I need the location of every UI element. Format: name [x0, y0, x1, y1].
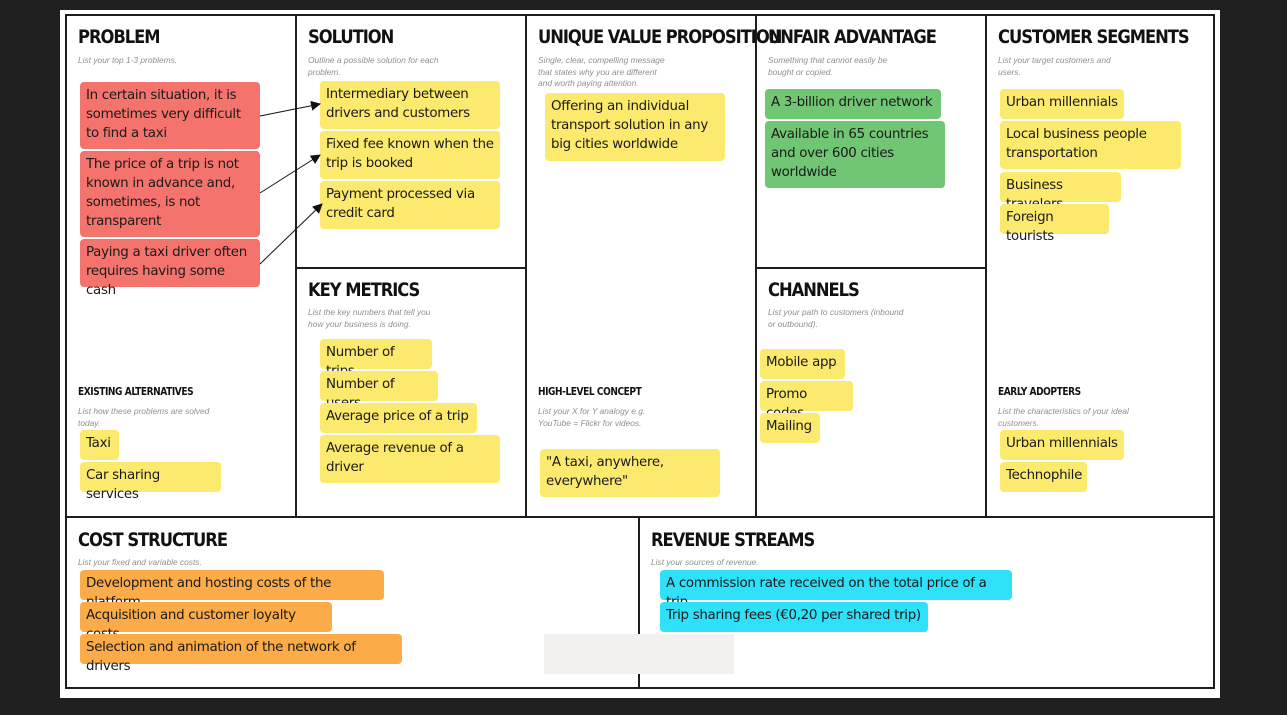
- divider: [525, 15, 527, 517]
- sticky-note[interactable]: Average revenue of a driver: [320, 435, 500, 483]
- sticky-note[interactable]: Taxi: [80, 430, 119, 460]
- sticky-note[interactable]: Foreign tourists: [1000, 204, 1109, 244]
- sticky-note[interactable]: Acquisition and customer loyalty costs: [80, 602, 332, 642]
- divider: [755, 15, 757, 517]
- section-title: REVENUE STREAMS: [651, 529, 815, 551]
- sticky-note[interactable]: Selection and animation of the network o…: [80, 634, 402, 674]
- sticky-note[interactable]: Promo codes: [760, 381, 853, 421]
- sticky-note[interactable]: "A taxi, anywhere, everywhere": [540, 449, 720, 497]
- sticky-note[interactable]: Number of users: [320, 371, 438, 411]
- sticky-note[interactable]: In certain situation, it is sometimes ve…: [80, 82, 260, 149]
- sticky-note[interactable]: The price of a trip is not known in adva…: [80, 151, 260, 237]
- sticky-note[interactable]: Local business people transportation: [1000, 121, 1181, 169]
- divider: [295, 267, 527, 269]
- section-hint: List your target customers and users.: [998, 55, 1111, 77]
- sticky-note[interactable]: Average price of a trip: [320, 403, 477, 433]
- sticky-note[interactable]: Fixed fee known when the trip is booked: [320, 131, 500, 179]
- sticky-note[interactable]: Paying a taxi driver often requires havi…: [80, 239, 260, 298]
- sticky-note[interactable]: Urban millennials: [1000, 430, 1124, 460]
- sticky-note[interactable]: Mailing: [760, 413, 820, 443]
- section-title: CUSTOMER SEGMENTS: [998, 26, 1190, 48]
- section-hint: List your fixed and variable costs.: [78, 557, 202, 567]
- sticky-note[interactable]: Business travelers: [1000, 172, 1121, 212]
- section-title: SOLUTION: [308, 26, 394, 48]
- section-hint: Single, clear, compelling message that s…: [538, 55, 665, 88]
- sticky-note[interactable]: Payment processed via credit card: [320, 181, 500, 229]
- section-hint: Outline a possible solution for each pro…: [308, 55, 439, 77]
- divider: [755, 267, 987, 269]
- section-hint: List your top 1-3 problems.: [78, 55, 178, 65]
- divider: [66, 516, 1214, 518]
- divider: [295, 15, 297, 517]
- section-title: EXISTING ALTERNATIVES: [78, 386, 194, 398]
- sticky-note[interactable]: Available in 65 countries and over 600 c…: [765, 121, 945, 188]
- section-hint: List how these problems are solved today…: [78, 406, 210, 428]
- sticky-note[interactable]: Offering an individual transport solutio…: [545, 93, 725, 161]
- sticky-note[interactable]: Car sharing services: [80, 462, 221, 502]
- section-title: KEY METRICS: [308, 279, 420, 301]
- section-title: CHANNELS: [768, 279, 860, 301]
- sticky-note[interactable]: Trip sharing fees (€0,20 per shared trip…: [660, 602, 928, 632]
- sticky-note[interactable]: Intermediary between drivers and custome…: [320, 81, 500, 129]
- divider: [985, 15, 987, 517]
- section-title: UNFAIR ADVANTAGE: [768, 26, 937, 48]
- sticky-note[interactable]: A commission rate received on the total …: [660, 570, 1012, 610]
- section-title: PROBLEM: [78, 26, 161, 48]
- section-title: COST STRUCTURE: [78, 529, 228, 551]
- sticky-note[interactable]: A 3-billion driver network: [765, 89, 941, 119]
- section-title: UNIQUE VALUE PROPOSITION: [538, 26, 782, 48]
- sticky-note[interactable]: Number of trips: [320, 339, 432, 379]
- sticky-note[interactable]: Development and hosting costs of the pla…: [80, 570, 384, 610]
- section-hint: Something that cannot easily be bought o…: [768, 55, 888, 77]
- sticky-note[interactable]: Mobile app: [760, 349, 845, 379]
- section-title: EARLY ADOPTERS: [998, 386, 1081, 398]
- section-hint: List the characteristics of your ideal c…: [998, 406, 1129, 428]
- section-hint: List your path to customers (inbound or …: [768, 307, 904, 329]
- section-title: HIGH-LEVEL CONCEPT: [538, 386, 642, 398]
- section-hint: List your X for Y analogy e.g. YouTube =…: [538, 406, 646, 428]
- section-hint: List your sources of revenue.: [651, 557, 759, 567]
- sticky-note[interactable]: Technophile: [1000, 462, 1087, 492]
- section-hint: List the key numbers that tell you how y…: [308, 307, 431, 329]
- placeholder-overlay: [544, 634, 734, 674]
- sticky-note[interactable]: Urban millennials: [1000, 89, 1124, 119]
